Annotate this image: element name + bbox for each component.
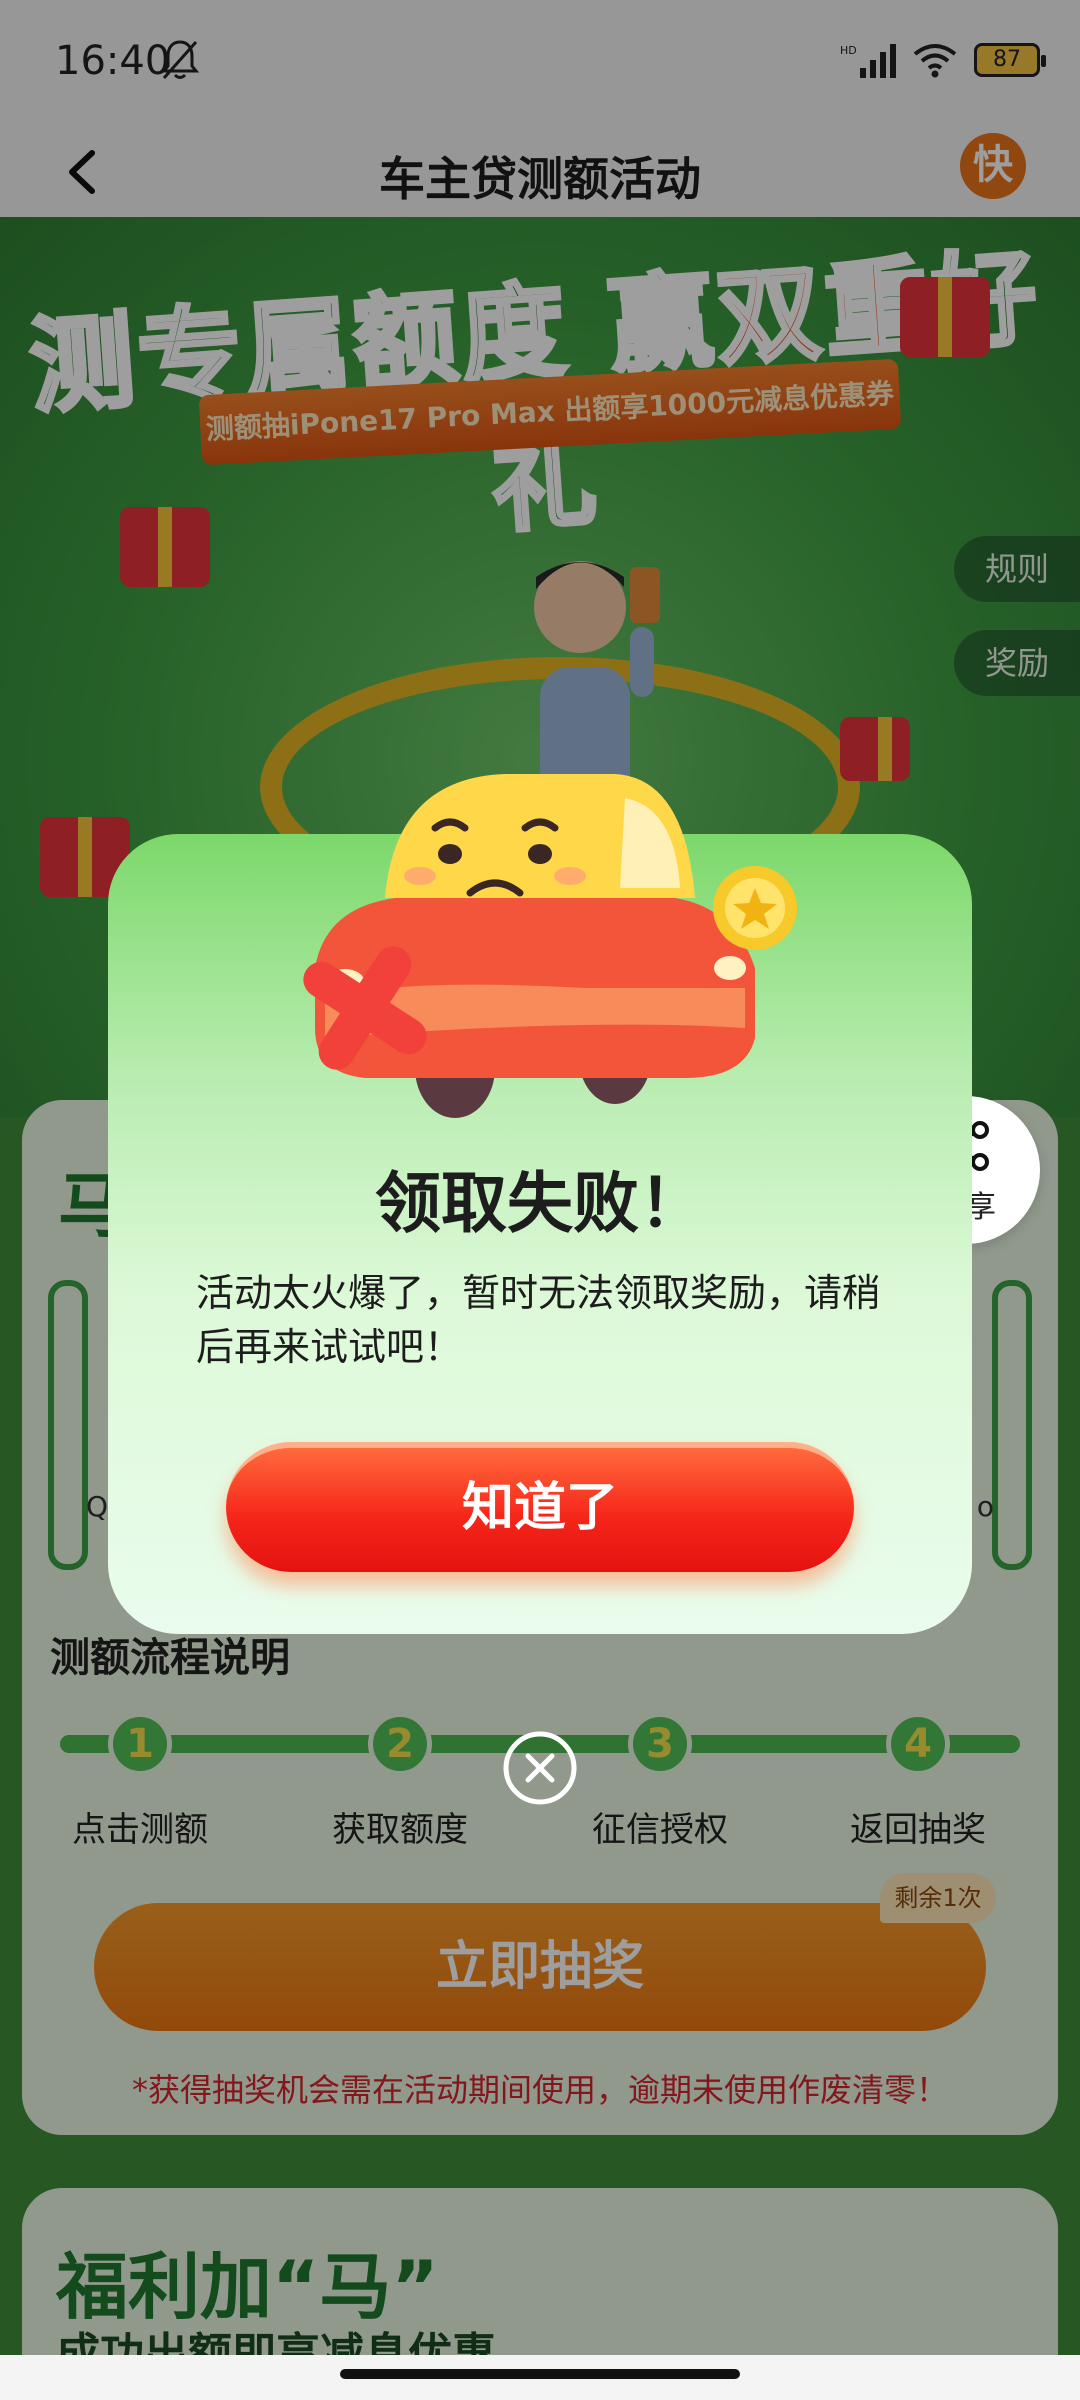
dialog-title: 领取失败！ xyxy=(375,1165,705,1242)
home-bar-area xyxy=(0,2355,1080,2400)
dialog-confirm-button[interactable]: 知道了 xyxy=(226,1442,854,1572)
close-circle-icon[interactable] xyxy=(502,1730,578,1806)
dialog-message: 活动太火爆了，暂时无法领取奖励，请稍后再来试试吧！ xyxy=(196,1271,881,1369)
home-indicator[interactable] xyxy=(340,2369,740,2379)
sad-car-illustration xyxy=(303,774,797,1118)
